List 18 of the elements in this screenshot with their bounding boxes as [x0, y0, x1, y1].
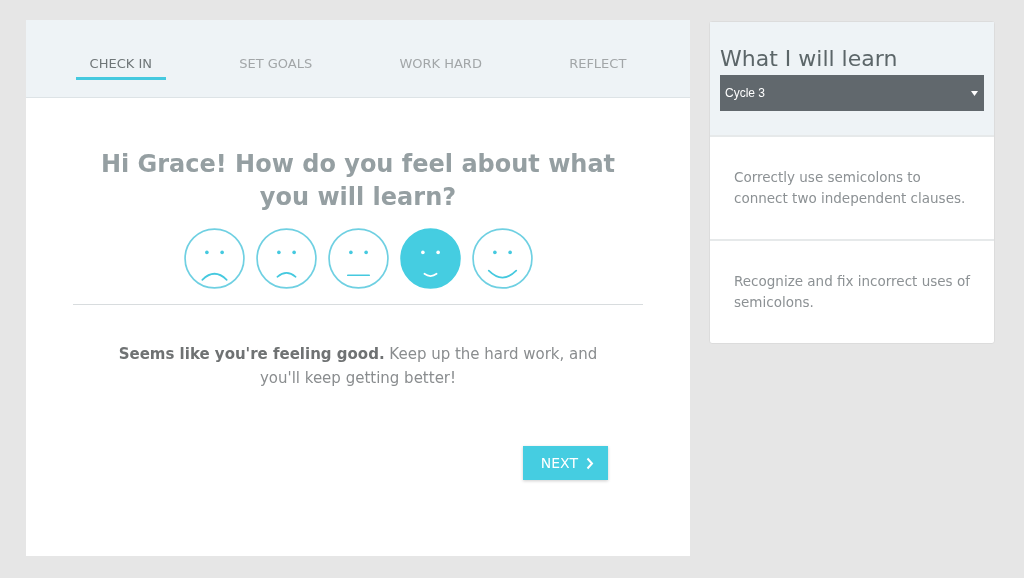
sidebar-title: What I will learn: [720, 46, 899, 71]
face-icon[interactable]: [399, 228, 461, 289]
next-button[interactable]: NEXT: [522, 446, 608, 480]
face-icon[interactable]: [183, 228, 245, 289]
dropdown-caret-icon: [971, 90, 978, 96]
tab[interactable]: REFLECT: [555, 20, 641, 80]
face-icon[interactable]: [255, 228, 317, 289]
chevron-right-icon: [586, 456, 594, 470]
learning-goal: Correctly use semicolons to connect two independent clauses.: [710, 135, 994, 239]
tab[interactable]: CHECK IN: [75, 20, 166, 80]
question-heading: Hi Grace! How do you feel about what you will learn?: [99, 149, 617, 213]
learning-goal: Recognize and fix incorrect uses of semicolons.: [710, 239, 994, 343]
tab[interactable]: WORK HARD: [385, 20, 496, 80]
cycle-dropdown[interactable]: Cycle 3: [720, 75, 984, 111]
feedback-text: Seems like you're feeling good. Keep up the hard work, and you'll keep getting better!: [117, 344, 599, 389]
tab[interactable]: SET GOALS: [225, 20, 327, 80]
face-icon[interactable]: [471, 228, 533, 289]
face-icon[interactable]: [327, 228, 389, 289]
